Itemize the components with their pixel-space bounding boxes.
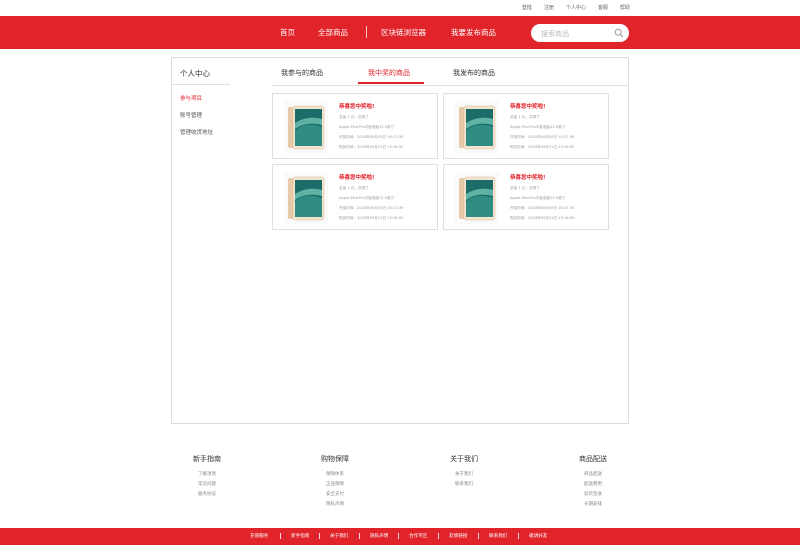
sidebar-item-account[interactable]: 账号管理 bbox=[180, 111, 202, 119]
ipad-image bbox=[284, 172, 328, 224]
ipad-image bbox=[455, 101, 499, 153]
tab-participated[interactable]: 我参与的商品 bbox=[281, 68, 323, 78]
footer-link[interactable]: 验货签收 bbox=[553, 490, 633, 500]
bottom-link-privacy[interactable]: 隐私声明 bbox=[370, 533, 388, 539]
customer-service-link[interactable]: 客服 bbox=[598, 4, 608, 11]
footer-heading: 新手指南 bbox=[193, 455, 221, 463]
prize-card-draw-time: 开奖时间：2018年09月05日 16:27:39 bbox=[510, 135, 575, 139]
prize-card-amount: 总量 1 元，共得了 bbox=[510, 115, 540, 119]
tab-published[interactable]: 我发布的商品 bbox=[453, 68, 495, 78]
footer-link[interactable]: 了解须债 bbox=[167, 470, 247, 480]
login-link[interactable]: 登陆 bbox=[522, 4, 532, 11]
footer-link[interactable]: 安全支付 bbox=[295, 490, 375, 500]
prize-card-product[interactable]: Apple iPad Pro平板电脑12.9英寸 bbox=[339, 196, 394, 201]
bottom-divider bbox=[398, 533, 399, 539]
active-tab-indicator bbox=[358, 82, 424, 84]
footer-heading: 购物保障 bbox=[321, 455, 349, 463]
bottom-link-about[interactable]: 关于我们 bbox=[330, 533, 348, 539]
bottom-divider bbox=[518, 533, 519, 539]
main-nav: 首页 全部商品 区块链浏览器 我要发布商品 bbox=[0, 16, 800, 49]
bottom-link-invite[interactable]: 邀请好友 bbox=[529, 533, 547, 539]
help-link[interactable]: 帮助 bbox=[620, 4, 630, 11]
bottom-divider bbox=[359, 533, 360, 539]
sidebar-item-address[interactable]: 管理收货地址 bbox=[180, 128, 213, 136]
footer-link[interactable]: 服务协议 bbox=[167, 490, 247, 500]
prize-card-amount: 总量 1 元，共得了 bbox=[510, 186, 540, 190]
ipad-image bbox=[284, 101, 328, 153]
bottom-divider bbox=[478, 533, 479, 539]
prize-card-buy-time: 购买时间：2018年09月21日 13:16:50 bbox=[339, 145, 404, 149]
prize-card-amount: 总量 1 元，共得了 bbox=[339, 186, 369, 190]
bottom-divider bbox=[319, 533, 320, 539]
bottom-links-bar: 充值服务 新手指南 关于我们 隐私声明 合作专区 友情链接 联系我们 邀请好友 bbox=[0, 528, 800, 545]
tab-won[interactable]: 我中奖的商品 bbox=[368, 68, 410, 78]
prize-card-title: 恭喜您中奖啦! bbox=[339, 104, 375, 110]
search-box[interactable]: 搜索商品 bbox=[531, 24, 629, 42]
footer-link[interactable]: 正品保障 bbox=[295, 480, 375, 490]
bottom-divider bbox=[438, 533, 439, 539]
sidebar-title: 个人中心 bbox=[180, 69, 210, 78]
prize-card-draw-time: 开奖时间：2018年09月05日 16:27:39 bbox=[510, 206, 575, 210]
footer-heading: 关于我们 bbox=[450, 455, 478, 463]
user-center-link[interactable]: 个人中心 bbox=[566, 4, 586, 11]
search-input[interactable]: 搜索商品 bbox=[541, 29, 569, 39]
sidebar-item-participated[interactable]: 参与项目 bbox=[180, 94, 202, 102]
footer-link[interactable]: 联系我们 bbox=[424, 480, 504, 490]
footer-link[interactable]: 商品配送 bbox=[553, 470, 633, 480]
prize-card-product[interactable]: Apple iPad Pro平板电脑12.9英寸 bbox=[339, 125, 394, 130]
footer-heading: 商品配送 bbox=[579, 455, 607, 463]
prize-card-buy-time: 购买时间：2018年09月21日 13:16:50 bbox=[339, 216, 404, 220]
tabs-divider bbox=[271, 85, 629, 86]
prize-card[interactable]: 恭喜您中奖啦! 总量 1 元，共得了 Apple iPad Pro平板电脑12.… bbox=[272, 93, 438, 159]
prize-card[interactable]: 恭喜您中奖啦! 总量 1 元，共得了 Apple iPad Pro平板电脑12.… bbox=[443, 164, 609, 230]
prize-card[interactable]: 恭喜您中奖啦! 总量 1 元，共得了 Apple iPad Pro平板电脑12.… bbox=[443, 93, 609, 159]
prize-card-product[interactable]: Apple iPad Pro平板电脑12.9英寸 bbox=[510, 196, 565, 201]
prize-card-draw-time: 开奖时间：2018年09月05日 16:27:39 bbox=[339, 135, 404, 139]
footer-link[interactable]: 关于我们 bbox=[424, 470, 504, 480]
footer-link[interactable]: 配送费用 bbox=[553, 480, 633, 490]
bottom-link-recharge[interactable]: 充值服务 bbox=[250, 533, 268, 539]
register-link[interactable]: 注册 bbox=[544, 4, 554, 11]
nav-divider bbox=[366, 26, 367, 38]
prize-card[interactable]: 恭喜您中奖啦! 总量 1 元，共得了 Apple iPad Pro平板电脑12.… bbox=[272, 164, 438, 230]
footer-link[interactable]: 常见问题 bbox=[167, 480, 247, 490]
bottom-link-contact[interactable]: 联系我们 bbox=[489, 533, 507, 539]
footer-column-guide: 新手指南 了解须债 常见问题 服务协议 bbox=[167, 454, 247, 500]
prize-card-buy-time: 购买时间：2018年09月21日 13:16:50 bbox=[510, 216, 575, 220]
nav-item-publish-product[interactable]: 我要发布商品 bbox=[451, 27, 496, 38]
footer-column-about: 关于我们 关于我们 联系我们 bbox=[424, 454, 504, 490]
prize-card-title: 恭喜您中奖啦! bbox=[510, 104, 546, 110]
bottom-link-friends[interactable]: 友情链接 bbox=[449, 533, 467, 539]
footer-link[interactable]: 长期安排 bbox=[553, 500, 633, 510]
prize-card-draw-time: 开奖时间：2018年09月05日 16:27:39 bbox=[339, 206, 404, 210]
bottom-link-guide[interactable]: 新手指南 bbox=[291, 533, 309, 539]
footer-link[interactable]: 隐私声明 bbox=[295, 500, 375, 510]
nav-item-blockchain-explorer[interactable]: 区块链浏览器 bbox=[381, 27, 426, 38]
nav-item-all-products[interactable]: 全部商品 bbox=[318, 27, 348, 38]
ipad-image bbox=[455, 172, 499, 224]
top-utility-bar: 登陆 注册 个人中心 客服 帮助 bbox=[0, 0, 800, 16]
bottom-link-cooperation[interactable]: 合作专区 bbox=[409, 533, 427, 539]
footer-column-delivery: 商品配送 商品配送 配送费用 验货签收 长期安排 bbox=[553, 454, 633, 510]
user-center-panel: 个人中心 参与项目 账号管理 管理收货地址 我参与的商品 我中奖的商品 我发布的… bbox=[171, 57, 629, 424]
prize-card-amount: 总量 1 元，共得了 bbox=[339, 115, 369, 119]
top-links: 登陆 注册 个人中心 客服 帮助 bbox=[522, 4, 630, 11]
sidebar-divider bbox=[172, 84, 230, 85]
prize-card-title: 恭喜您中奖啦! bbox=[510, 175, 546, 181]
footer-column-protection: 购物保障 保障体系 正品保障 安全支付 隐私声明 bbox=[295, 454, 375, 510]
footer-link[interactable]: 保障体系 bbox=[295, 470, 375, 480]
search-icon[interactable] bbox=[614, 28, 624, 38]
prize-card-product[interactable]: Apple iPad Pro平板电脑12.9英寸 bbox=[510, 125, 565, 130]
prize-card-buy-time: 购买时间：2018年09月21日 13:16:50 bbox=[510, 145, 575, 149]
bottom-divider bbox=[280, 533, 281, 539]
nav-item-home[interactable]: 首页 bbox=[280, 27, 295, 38]
prize-card-title: 恭喜您中奖啦! bbox=[339, 175, 375, 181]
